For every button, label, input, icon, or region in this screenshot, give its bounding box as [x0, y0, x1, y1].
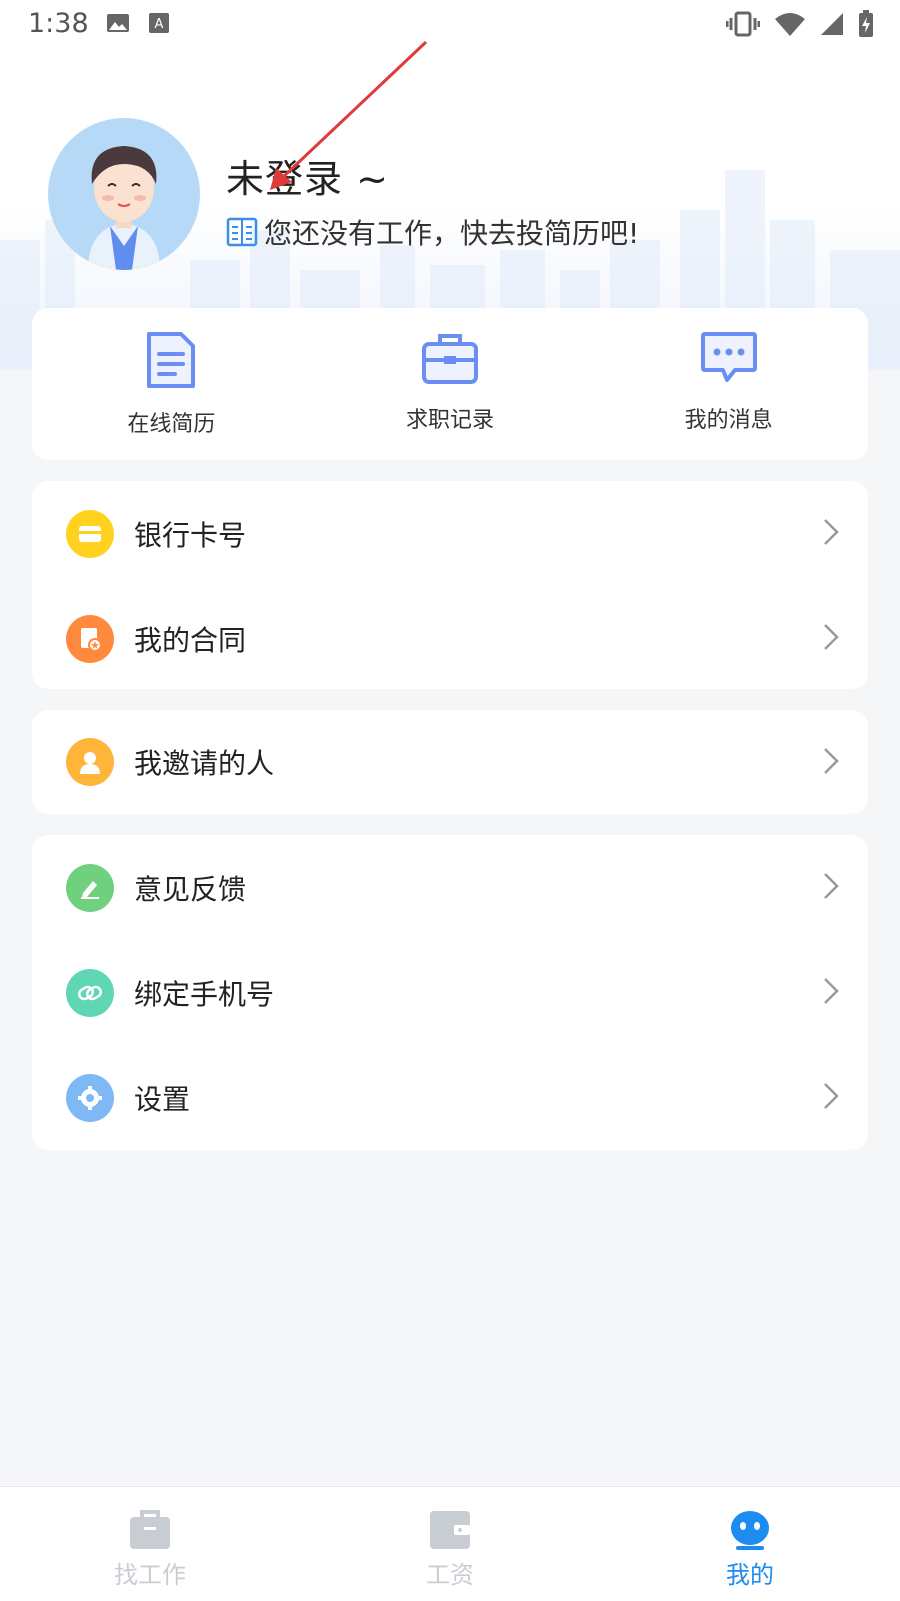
wifi-icon — [775, 13, 805, 36]
resume-icon — [147, 332, 196, 388]
briefcase-icon — [130, 1510, 170, 1549]
resume-hint-text: 您还没有工作，快去投简历吧! — [264, 217, 640, 250]
nav-label: 工资 — [426, 1561, 474, 1589]
quick-action-job-records[interactable]: 求职记录 — [311, 308, 590, 460]
menu-item-invited-people[interactable]: 我邀请的人 — [32, 710, 868, 814]
quick-action-label: 我的消息 — [684, 408, 773, 433]
wallet-icon — [430, 1511, 470, 1549]
nav-label: 找工作 — [114, 1561, 186, 1589]
message-icon — [700, 332, 757, 382]
nav-label: 我的 — [726, 1561, 774, 1589]
menu-item-feedback[interactable]: 意见反馈 — [32, 835, 868, 940]
font-icon: A — [149, 13, 169, 33]
quick-action-messages[interactable]: 我的消息 — [589, 308, 868, 460]
menu-item-label: 我邀请的人 — [134, 747, 275, 780]
menu-group-settings: 意见反馈 绑定手机号 设置 — [32, 835, 868, 1150]
bottom-navigation: 找工作 工资 我的 — [0, 1486, 900, 1601]
status-time: 1:38 — [28, 8, 89, 39]
nav-find-job[interactable]: 找工作 — [0, 1487, 300, 1601]
menu-item-contract[interactable]: 我的合同 — [32, 586, 868, 691]
menu-item-label: 意见反馈 — [134, 872, 247, 906]
quick-action-label: 在线简历 — [127, 412, 216, 437]
gear-icon — [66, 1073, 114, 1122]
chevron-right-icon — [824, 873, 839, 899]
svg-text:A: A — [155, 17, 164, 32]
chevron-right-icon — [824, 978, 839, 1004]
menu-item-label: 设置 — [134, 1082, 191, 1116]
login-status-title[interactable]: 未登录 ~ — [226, 148, 389, 203]
menu-item-label: 我的合同 — [134, 623, 247, 657]
bank-card-icon — [66, 509, 114, 558]
signal-icon — [821, 13, 843, 35]
quick-action-label: 求职记录 — [406, 408, 495, 433]
image-icon — [107, 14, 129, 32]
nav-mine[interactable]: 我的 — [600, 1487, 900, 1601]
menu-group-invite: 我邀请的人 — [32, 710, 868, 814]
person-icon — [66, 738, 114, 786]
avatar[interactable] — [48, 118, 200, 270]
battery-charging-icon — [859, 10, 873, 37]
menu-item-label: 银行卡号 — [134, 518, 247, 552]
menu-item-settings[interactable]: 设置 — [32, 1045, 868, 1150]
chevron-right-icon — [824, 624, 839, 650]
chevron-right-icon — [824, 519, 839, 545]
contract-icon — [66, 614, 114, 663]
nav-salary[interactable]: 工资 — [300, 1487, 600, 1601]
face-icon — [731, 1511, 769, 1550]
link-icon — [66, 968, 114, 1017]
edit-icon — [66, 863, 114, 912]
menu-item-label: 绑定手机号 — [134, 977, 275, 1011]
briefcase-icon — [422, 334, 478, 384]
chevron-right-icon — [824, 748, 839, 774]
chevron-right-icon — [824, 1083, 839, 1109]
resume-hint[interactable]: 您还没有工作，快去投简历吧! — [226, 212, 639, 252]
vibrate-icon — [726, 11, 760, 37]
quick-actions-card: 在线简历 求职记录 我的消息 — [32, 308, 868, 460]
document-icon — [226, 217, 258, 247]
status-bar: 1:38 A — [0, 0, 900, 50]
quick-action-resume[interactable]: 在线简历 — [32, 308, 311, 460]
menu-item-bind-phone[interactable]: 绑定手机号 — [32, 940, 868, 1045]
menu-group-account: 银行卡号 我的合同 — [32, 481, 868, 689]
menu-item-bank-card[interactable]: 银行卡号 — [32, 481, 868, 586]
